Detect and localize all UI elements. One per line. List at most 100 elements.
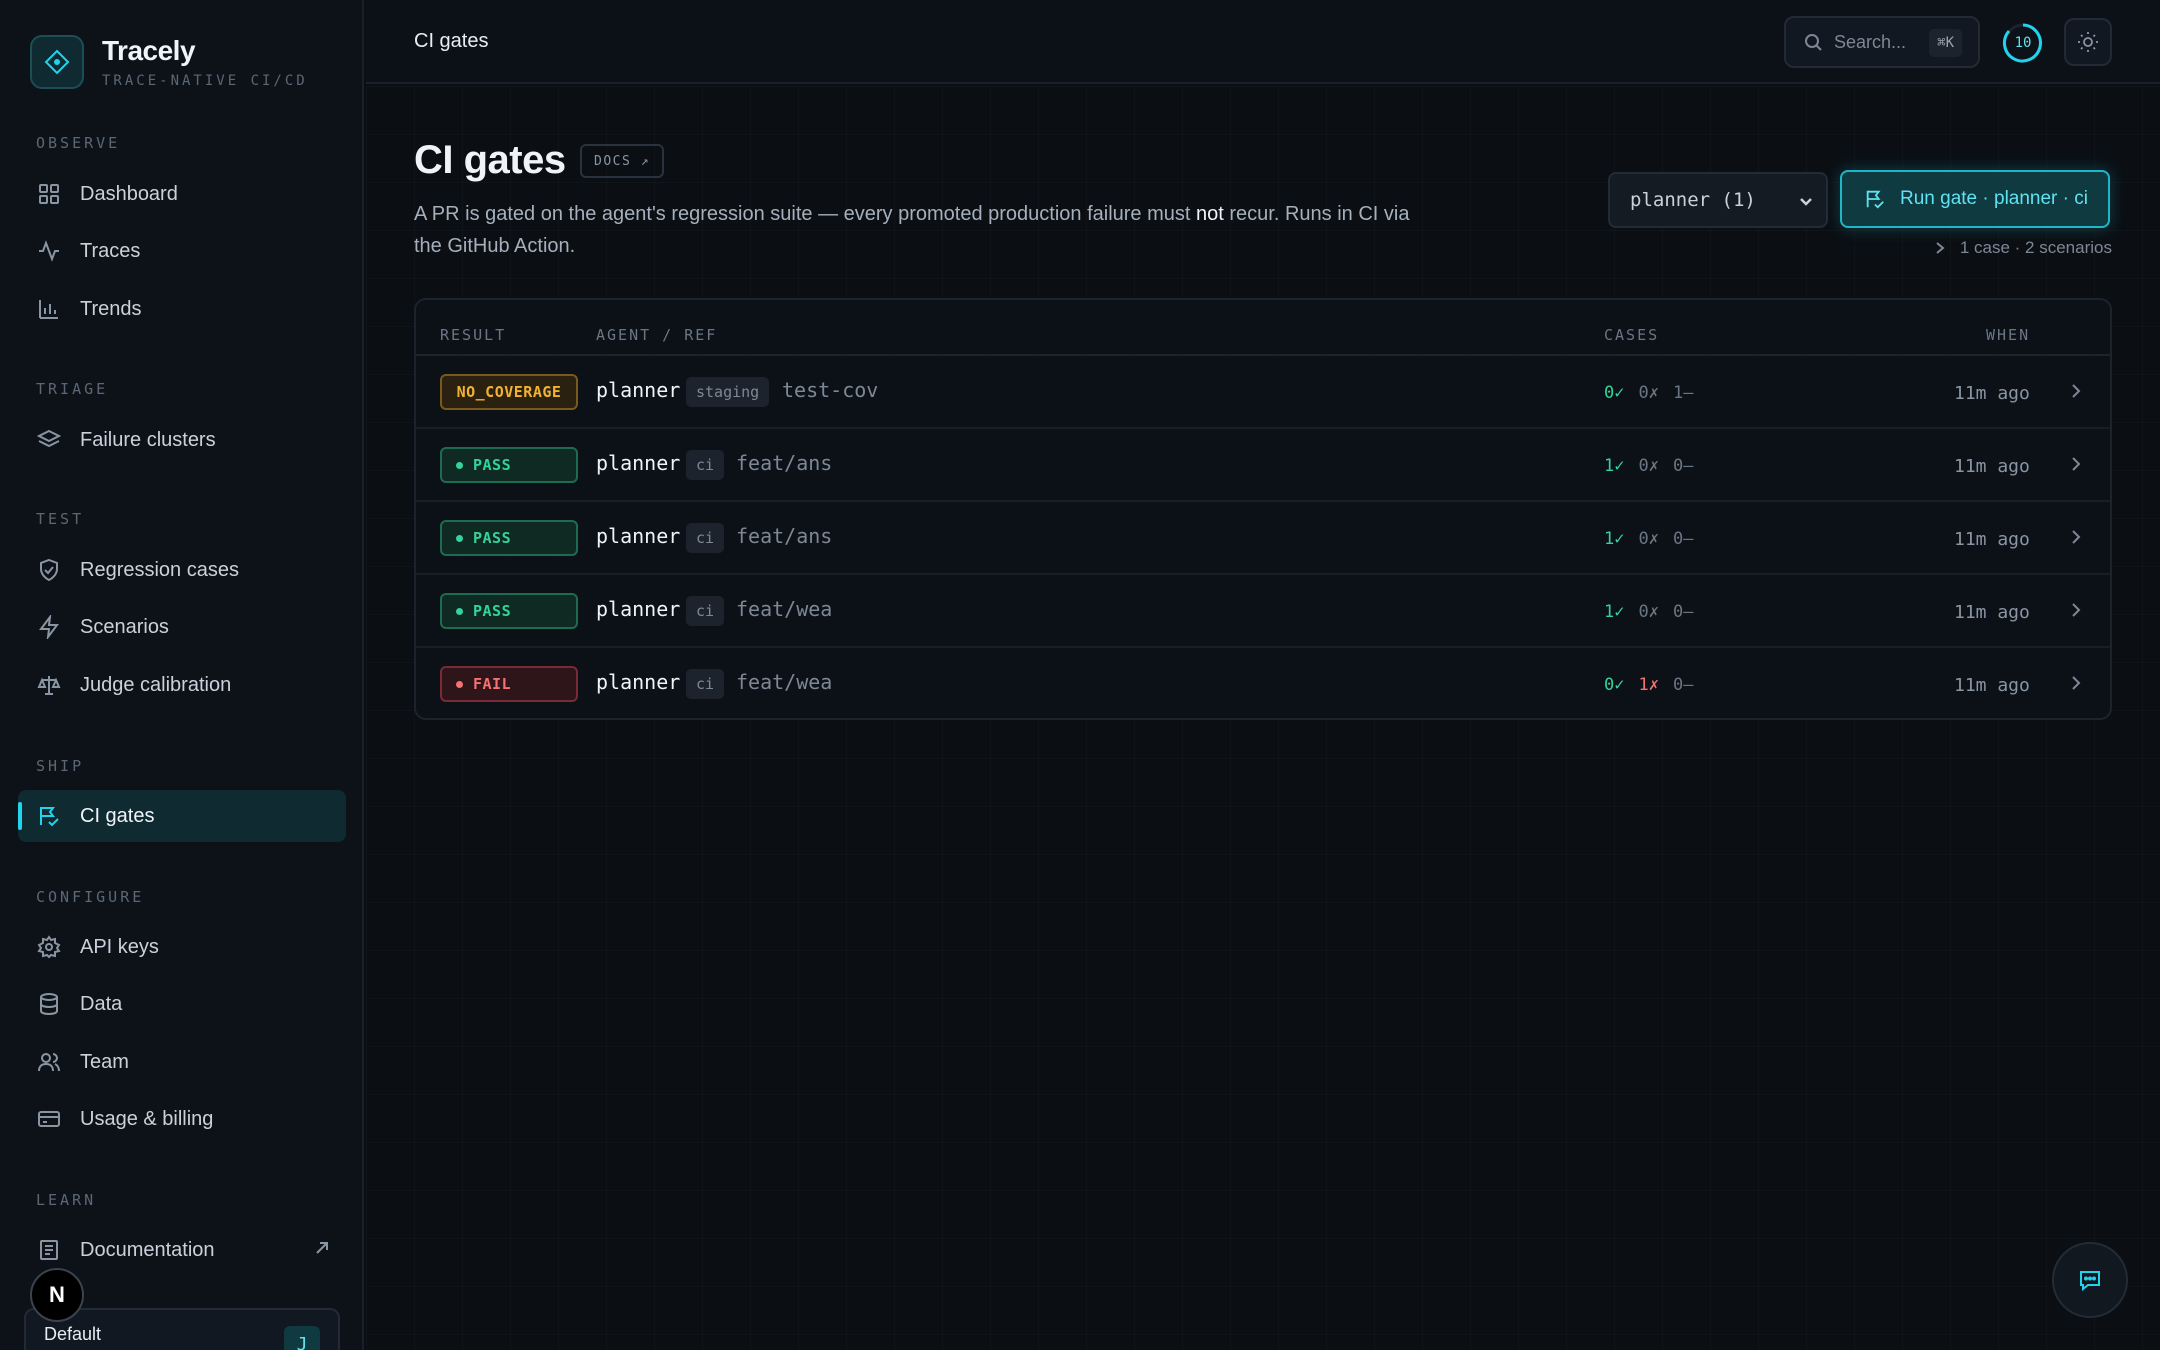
sun-icon (2078, 32, 2098, 52)
shield-check-icon (36, 557, 62, 583)
brand-tagline: TRACE-NATIVE CI/CD (102, 73, 308, 89)
ref-name: feat/ans (736, 524, 833, 548)
agent-select[interactable]: planner (1) (1608, 172, 1828, 228)
table-row[interactable]: PASS planner ci feat/wea 1✓ 0✗ 0– 11m ago (416, 575, 2110, 648)
theme-toggle-button[interactable] (2064, 18, 2112, 66)
agent-name: planner (596, 597, 681, 621)
sidebar-item-ci-gates[interactable]: CI gates (18, 790, 346, 842)
sidebar-item-judge-calibration[interactable]: Judge calibration (18, 659, 346, 711)
grid-icon (36, 181, 62, 207)
chevron-right-icon (2070, 528, 2082, 546)
case-counts: 0✓ 1✗ 0– (1604, 675, 1693, 695)
agent-name: planner (596, 524, 681, 548)
fail-count: 0✗ (1638, 383, 1659, 403)
search-shortcut: ⌘K (1929, 29, 1962, 57)
run-gate-button[interactable]: Run gate · planner · ci (1840, 170, 2110, 228)
table-row[interactable]: PASS planner ci feat/ans 1✓ 0✗ 0– 11m ago (416, 429, 2110, 502)
search-placeholder: Search... (1834, 31, 1907, 52)
scale-icon (36, 672, 62, 698)
column-header-agent-ref: AGENT / REF (596, 326, 718, 344)
timestamp: 11m ago (1954, 675, 2030, 696)
sidebar-item-regression-cases[interactable]: Regression cases (18, 544, 346, 596)
sidebar-item-documentation[interactable]: Documentation (18, 1224, 346, 1276)
skip-count: 1– (1672, 383, 1694, 403)
sidebar-item-team[interactable]: Team (18, 1036, 346, 1088)
brand-name: Tracely (102, 35, 196, 66)
chat-button[interactable] (2052, 1242, 2128, 1318)
case-counts: 0✓ 0✗ 1– (1604, 383, 1693, 403)
skip-count: 0– (1672, 456, 1694, 476)
nextjs-badge-icon[interactable]: N (30, 1268, 84, 1322)
sidebar-item-failure-clusters[interactable]: Failure clusters (18, 414, 346, 466)
chevron-down-icon (1798, 192, 1814, 214)
search-input[interactable]: Search... ⌘K (1784, 16, 1980, 68)
status-label: FAIL (473, 675, 512, 693)
flag-check-icon (36, 803, 62, 829)
sidebar-item-label: Trends (80, 297, 142, 320)
status-badge: NO_COVERAGE (440, 374, 578, 410)
pass-count: 0✓ (1604, 383, 1625, 403)
page-title: CI gates (414, 138, 566, 182)
column-header-result: RESULT (440, 326, 507, 344)
sidebar-item-label: Team (80, 1050, 129, 1073)
pass-count: 1✓ (1604, 456, 1625, 476)
breadcrumb: CI gates (414, 30, 489, 52)
env-tag: staging (686, 377, 770, 407)
sidebar-item-data[interactable]: Data (18, 978, 346, 1030)
sidebar-item-traces[interactable]: Traces (18, 225, 346, 277)
usage-counter[interactable]: 10 (2000, 20, 2046, 66)
table-row[interactable]: FAIL planner ci feat/wea 0✓ 1✗ 0– 11m ago (416, 648, 2110, 718)
env-tag: ci (686, 450, 725, 480)
pass-count: 1✓ (1604, 602, 1625, 622)
sidebar-item-label: Regression cases (80, 558, 239, 581)
sidebar-item-api-keys[interactable]: API keys (18, 921, 346, 973)
case-summary[interactable]: 1 case · 2 scenarios (1934, 238, 2112, 258)
sidebar-item-scenarios[interactable]: Scenarios (18, 601, 346, 653)
book-icon (36, 1237, 62, 1263)
skip-count: 0– (1672, 529, 1694, 549)
page-description: A PR is gated on the agent's regression … (414, 198, 1414, 262)
agent-select-value: planner (1) (1630, 189, 1756, 211)
sidebar-item-dashboard[interactable]: Dashboard (18, 168, 346, 220)
chevron-right-icon (2070, 455, 2082, 473)
ref-name: feat/wea (736, 670, 833, 694)
sidebar-item-label: Data (80, 992, 123, 1015)
brand[interactable]: Tracely TRACE-NATIVE CI/CD (30, 35, 308, 89)
env-tag: ci (686, 596, 725, 626)
table-row[interactable]: NO_COVERAGE planner staging test-cov 0✓ 0… (416, 356, 2110, 429)
external-link-icon (314, 1239, 330, 1262)
sidebar-item-label: Failure clusters (80, 428, 216, 451)
ref-name: feat/ans (736, 451, 833, 475)
workspace-name: Default (44, 1324, 102, 1344)
timestamp: 11m ago (1954, 383, 2030, 404)
sidebar: Tracely TRACE-NATIVE CI/CD OBSERVE Dashb… (0, 0, 364, 1350)
section-label-configure: CONFIGURE (36, 888, 145, 906)
ref-name: feat/wea (736, 597, 833, 621)
status-label: PASS (473, 456, 512, 474)
column-header-when: WHEN (1986, 326, 2031, 344)
sidebar-item-label: API keys (80, 935, 159, 958)
status-badge: PASS (440, 593, 578, 629)
chevron-right-icon (2070, 382, 2082, 400)
status-badge: PASS (440, 520, 578, 556)
case-summary-text: 1 case · 2 scenarios (1959, 238, 2112, 257)
flag-check-icon (1864, 188, 1886, 210)
ref-name: test-cov (782, 378, 879, 402)
gear-icon (36, 934, 62, 960)
counter-value: 10 (2014, 35, 2032, 51)
case-counts: 1✓ 0✗ 0– (1604, 602, 1693, 622)
sidebar-item-trends[interactable]: Trends (18, 283, 346, 335)
sidebar-item-label: Scenarios (80, 615, 169, 638)
activity-icon (36, 238, 62, 264)
status-label: PASS (473, 529, 512, 547)
docs-link[interactable]: DOCS ↗ (580, 144, 664, 178)
search-icon (1804, 33, 1822, 51)
description-emphasis: not (1196, 203, 1224, 225)
main-content: CI gates DOCS ↗ A PR is gated on the age… (366, 86, 2160, 1350)
sidebar-item-usage-billing[interactable]: Usage & billing (18, 1093, 346, 1145)
fail-count: 0✗ (1638, 602, 1659, 622)
database-icon (36, 991, 62, 1017)
case-counts: 1✓ 0✗ 0– (1604, 529, 1693, 549)
bar-chart-icon (36, 296, 62, 322)
table-row[interactable]: PASS planner ci feat/ans 1✓ 0✗ 0– 11m ago (416, 502, 2110, 575)
